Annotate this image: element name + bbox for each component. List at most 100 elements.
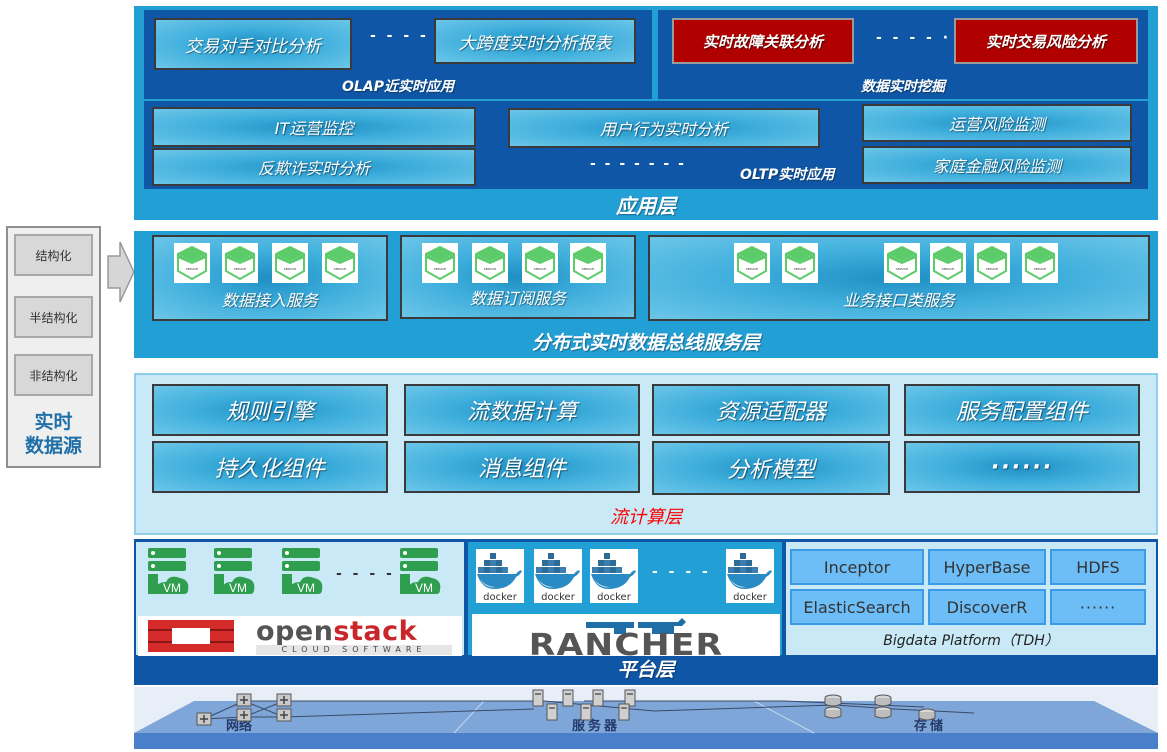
platform-layer-title: 平台层 xyxy=(617,659,675,681)
service-icon: SERVICE xyxy=(974,243,1010,283)
oltp-item-antifraud[interactable]: 反欺诈实时分析 xyxy=(152,148,476,186)
mining-panel: 实时故障关联分析 - - - - · 实时交易风险分析 数据实时挖掘 xyxy=(658,10,1148,99)
svg-text:VM: VM xyxy=(229,581,247,595)
svg-text:SERVICE: SERVICE xyxy=(434,267,447,271)
docker-icon: docker xyxy=(534,549,582,603)
openstack-cube-icon xyxy=(148,620,234,652)
data-bus-layer: 数据接入服务 数据订阅服务 业务接口类服务 分布式实时数据总线服务层 SERVI… xyxy=(134,231,1158,358)
source-unstructured[interactable]: 非结构化 xyxy=(14,354,93,396)
olap-item-report[interactable]: 大跨度实时分析报表 xyxy=(434,18,636,64)
vm-server-icon: VM xyxy=(280,546,324,598)
data-bus-layer-title: 分布式实时数据总线服务层 xyxy=(531,332,760,354)
svg-text:SERVICE: SERVICE xyxy=(1034,267,1047,271)
svg-text:SERVICE: SERVICE xyxy=(986,267,999,271)
olap-title: OLAP近实时应用 xyxy=(342,79,454,95)
svg-text:SERVICE: SERVICE xyxy=(186,267,199,271)
server-icon xyxy=(580,703,592,725)
service-icon: SERVICE xyxy=(222,243,258,283)
docker-icon: docker xyxy=(476,549,524,603)
oltp-item-ops-risk[interactable]: 运营风险监测 xyxy=(862,104,1132,142)
bus-group-business-interface-label: 业务接口类服务 xyxy=(842,291,955,310)
mining-ellipsis: - - - - · xyxy=(876,30,952,46)
bigdata-cell-hyperbase[interactable]: HyperBase xyxy=(928,549,1046,585)
openstack-subtitle: CLOUD SOFTWARE xyxy=(256,645,452,655)
network-switch-icon xyxy=(276,707,292,726)
service-icon: SERVICE xyxy=(930,243,966,283)
svg-text:SERVICE: SERVICE xyxy=(484,267,497,271)
service-icon: SERVICE xyxy=(522,243,558,283)
vm-server-icon: VM xyxy=(398,546,442,598)
service-icon: SERVICE xyxy=(272,243,308,283)
openstack-wordmark: openstack xyxy=(256,616,417,647)
service-icon: SERVICE xyxy=(782,243,818,283)
server-icon xyxy=(592,689,604,711)
svg-text:SERVICE: SERVICE xyxy=(284,267,297,271)
stream-item-analysis-model[interactable]: 分析模型 xyxy=(652,441,890,495)
rancher-wordmark: RANCHER xyxy=(528,628,724,656)
service-icon: SERVICE xyxy=(1022,243,1058,283)
vm-ellipsis: - - - - xyxy=(336,566,395,582)
oltp-item-it-monitor[interactable]: IT运营监控 xyxy=(152,107,476,147)
bigdata-cell-inceptor[interactable]: Inceptor xyxy=(790,549,924,585)
mining-title: 数据实时挖掘 xyxy=(861,79,945,95)
stream-item-persistence[interactable]: 持久化组件 xyxy=(152,441,388,493)
mining-item-risk[interactable]: 实时交易风险分析 xyxy=(954,18,1138,64)
olap-item-counterparty[interactable]: 交易对手对比分析 xyxy=(154,18,352,70)
network-switch-icon xyxy=(236,707,252,726)
bus-group-subscribe-label: 数据订阅服务 xyxy=(469,289,566,308)
stream-computing-layer: 规则引擎 流数据计算 资源适配器 服务配置组件 持久化组件 消息组件 分析模型 … xyxy=(134,373,1158,535)
bigdata-cell-discoverr[interactable]: DiscoverR xyxy=(928,589,1046,625)
oltp-title: OLTP实时应用 xyxy=(740,167,835,183)
infrastructure-layer: 网络 服务器 存储 xyxy=(134,687,1158,749)
service-icon: SERVICE xyxy=(734,243,770,283)
docker-icon: docker xyxy=(590,549,638,603)
svg-text:docker: docker xyxy=(597,592,632,603)
vm-server-icon: VM xyxy=(146,546,190,598)
svg-text:SERVICE: SERVICE xyxy=(896,267,909,271)
source-semi-structured[interactable]: 半结构化 xyxy=(14,296,93,338)
stream-item-rule-engine[interactable]: 规则引擎 xyxy=(152,384,388,436)
stream-item-service-config[interactable]: 服务配置组件 xyxy=(904,384,1140,436)
svg-text:VM: VM xyxy=(163,581,181,595)
stream-item-more[interactable]: ······ xyxy=(904,441,1140,493)
svg-text:SERVICE: SERVICE xyxy=(942,267,955,271)
oltp-item-family-finance-risk[interactable]: 家庭金融风险监测 xyxy=(862,146,1132,184)
stream-item-stream-compute[interactable]: 流数据计算 xyxy=(404,384,640,436)
server-icon xyxy=(546,703,558,725)
svg-text:SERVICE: SERVICE xyxy=(334,267,347,271)
svg-text:SERVICE: SERVICE xyxy=(746,267,759,271)
openstack-word-stack: stack xyxy=(333,616,418,647)
source-structured[interactable]: 结构化 xyxy=(14,234,93,276)
service-icon: SERVICE xyxy=(422,243,458,283)
flow-arrow-icon xyxy=(107,241,135,303)
service-icon: SERVICE xyxy=(472,243,508,283)
docker-icon: docker xyxy=(726,549,774,603)
openstack-word-open: open xyxy=(256,616,334,647)
server-icon xyxy=(532,689,544,711)
openstack-block: - - - - openstack CLOUD SOFTWARE VM VM VM V… xyxy=(136,542,464,656)
oltp-item-user-behavior[interactable]: 用户行为实时分析 xyxy=(508,108,820,148)
svg-text:VM: VM xyxy=(297,581,315,595)
bigdata-cell-hdfs[interactable]: HDFS xyxy=(1050,549,1146,585)
svg-text:docker: docker xyxy=(733,592,768,603)
svg-text:SERVICE: SERVICE xyxy=(582,267,595,271)
service-icon: SERVICE xyxy=(322,243,358,283)
stream-item-message[interactable]: 消息组件 xyxy=(404,441,640,493)
bigdata-block: Inceptor HyperBase HDFS ElasticSearch Di… xyxy=(786,542,1156,655)
service-icon: SERVICE xyxy=(884,243,920,283)
docker-ellipsis: - - - - xyxy=(652,564,711,580)
data-source-panel: 结构化 半结构化 非结构化 实时 数据源 xyxy=(6,226,101,468)
bus-group-ingest-label: 数据接入服务 xyxy=(221,291,318,310)
network-switch-icon xyxy=(196,711,212,730)
oltp-panel: IT运营监控 反欺诈实时分析 用户行为实时分析 - - - - - - - OL… xyxy=(144,101,1148,189)
vm-server-icon: VM xyxy=(212,546,256,598)
stream-item-resource-adapter[interactable]: 资源适配器 xyxy=(652,384,890,436)
bigdata-cell-elasticsearch[interactable]: ElasticSearch xyxy=(790,589,924,625)
server-icon xyxy=(562,689,574,711)
bigdata-cell-more[interactable]: ······ xyxy=(1050,589,1146,625)
application-layer: 交易对手对比分析 - - - - · 大跨度实时分析报表 OLAP近实时应用 实… xyxy=(134,6,1158,220)
svg-text:SERVICE: SERVICE xyxy=(234,267,247,271)
oltp-ellipsis: - - - - - - - xyxy=(590,156,686,172)
olap-panel: 交易对手对比分析 - - - - · 大跨度实时分析报表 OLAP近实时应用 xyxy=(144,10,652,99)
mining-item-fault[interactable]: 实时故障关联分析 xyxy=(672,18,854,64)
